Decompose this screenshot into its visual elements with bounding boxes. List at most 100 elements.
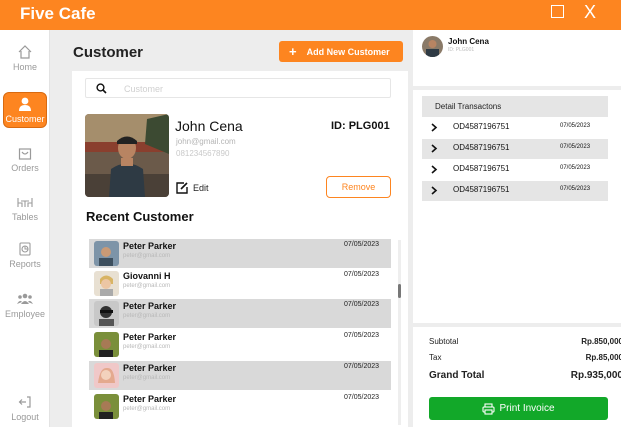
sidebar-item-employee[interactable]: Employee: [0, 291, 50, 319]
maximize-icon[interactable]: [551, 5, 564, 18]
search-icon: [96, 83, 107, 94]
customer-email: peter@gmail.com: [123, 313, 171, 319]
customer-email: peter@gmail.com: [123, 283, 171, 289]
customer-name: Peter Parker: [123, 332, 177, 342]
print-invoice-label: Print Invoice: [499, 403, 555, 414]
avatar: [94, 394, 119, 419]
customer-name: John Cena: [175, 118, 243, 134]
transaction-row[interactable]: OD4587196751 07/05/2023: [422, 139, 608, 159]
edit-label: Edit: [193, 183, 209, 193]
search-box[interactable]: [85, 78, 391, 98]
sidebar-item-label: Orders: [11, 163, 39, 173]
add-customer-label: Add New Customer: [306, 46, 390, 57]
customer-name: Peter Parker: [123, 394, 177, 404]
transaction-row[interactable]: OD4587196751 07/05/2023: [422, 118, 608, 138]
customer-date: 07/05/2023: [344, 363, 380, 370]
transaction-date: 07/05/2023: [560, 144, 591, 150]
bag-icon: [18, 148, 32, 160]
profile-photo: [85, 114, 169, 197]
subtotal-label: Subtotal: [429, 337, 459, 346]
edit-button[interactable]: Edit: [176, 182, 209, 194]
tax-row: Tax Rp.85,000: [429, 353, 621, 362]
sidebar-item-label: Customer: [5, 114, 45, 124]
customer-date: 07/05/2023: [344, 271, 380, 278]
sidebar-item-label: Tables: [11, 212, 38, 222]
customer-id: ID: PLG001: [331, 120, 390, 132]
customer-page: Customer + Add New Customer John Cena jo…: [60, 30, 408, 427]
customer-email: john@gmail.com: [176, 137, 236, 146]
transactions-header: Detail Transactons: [422, 96, 608, 117]
list-item[interactable]: Peter Parker peter@gmail.com 07/05/2023: [89, 330, 391, 359]
sidebar-item-label: Employee: [4, 309, 46, 319]
scrollbar-thumb[interactable]: [398, 284, 401, 298]
customer-name: Giovanni H: [123, 271, 171, 281]
sidebar-item-reports[interactable]: Reports: [0, 241, 50, 269]
avatar: [94, 271, 119, 296]
logout-icon: [18, 396, 31, 408]
transaction-id: OD4587196751: [453, 185, 510, 194]
avatar: [94, 363, 119, 388]
close-icon[interactable]: X: [584, 2, 596, 23]
customer-name: Peter Parker: [123, 363, 177, 373]
remove-button[interactable]: Remove: [326, 176, 391, 198]
transaction-id: OD4587196751: [453, 164, 510, 173]
customer-card: John Cena john@gmail.com 081234567890 ID…: [72, 71, 408, 427]
sidebar-item-logout[interactable]: Logout: [0, 394, 50, 422]
tax-label: Tax: [429, 353, 442, 362]
chevron-right-icon: [431, 186, 438, 195]
customer-name: Peter Parker: [123, 241, 177, 251]
user-id: ID: PLG001: [448, 47, 475, 53]
search-input[interactable]: [124, 82, 374, 95]
page-title: Customer: [73, 44, 144, 61]
sidebar-item-customer[interactable]: Customer: [3, 92, 47, 128]
customer-date: 07/05/2023: [344, 332, 380, 339]
add-customer-button[interactable]: + Add New Customer: [279, 41, 403, 62]
transaction-id: OD4587196751: [453, 122, 510, 131]
user-icon: [19, 97, 31, 111]
sidebar: Home Customer Orders Tables Reports Empl…: [0, 30, 50, 427]
report-icon: [19, 242, 31, 256]
table-icon: [17, 198, 33, 207]
avatar: [94, 332, 119, 357]
list-item[interactable]: Peter Parker peter@gmail.com 07/05/2023: [89, 361, 391, 390]
avatar: [94, 241, 119, 266]
list-item[interactable]: Giovanni H peter@gmail.com 07/05/2023: [89, 269, 391, 298]
sidebar-item-tables[interactable]: Tables: [0, 194, 50, 222]
sidebar-item-home[interactable]: Home: [0, 44, 50, 72]
list-item[interactable]: Peter Parker peter@gmail.com 07/05/2023: [89, 392, 391, 421]
list-item[interactable]: Peter Parker peter@gmail.com 07/05/2023: [89, 239, 391, 268]
transaction-row[interactable]: OD4587196751 07/05/2023: [422, 181, 608, 201]
transaction-row[interactable]: OD4587196751 07/05/2023: [422, 160, 608, 180]
subtotal-value: Rp.850,000: [581, 337, 621, 346]
transaction-date: 07/05/2023: [560, 123, 591, 129]
list-scrollbar[interactable]: [398, 240, 401, 425]
avatar: [94, 301, 119, 326]
title-bar: Five Cafe X: [0, 0, 621, 30]
sidebar-item-label: Logout: [11, 412, 39, 422]
customer-email: peter@gmail.com: [123, 253, 171, 259]
customer-date: 07/05/2023: [344, 394, 380, 401]
app-title: Five Cafe: [20, 4, 96, 23]
customer-date: 07/05/2023: [344, 241, 380, 248]
printer-icon: [482, 402, 496, 415]
customer-name: Peter Parker: [123, 301, 177, 311]
chevron-right-icon: [431, 144, 438, 153]
customer-email: peter@gmail.com: [123, 344, 171, 350]
transaction-date: 07/05/2023: [560, 186, 591, 192]
transaction-date: 07/05/2023: [560, 165, 591, 171]
chevron-right-icon: [431, 165, 438, 174]
plus-icon: +: [289, 44, 297, 59]
home-icon: [18, 45, 32, 59]
print-invoice-button[interactable]: Print Invoice: [429, 397, 608, 420]
user-name: John Cena: [448, 37, 489, 46]
customer-phone: 081234567890: [176, 149, 230, 158]
total-label: Grand Total: [429, 370, 485, 381]
sidebar-item-label: Reports: [9, 259, 41, 269]
tax-value: Rp.85,000: [585, 353, 621, 362]
sidebar-item-orders[interactable]: Orders: [0, 145, 50, 173]
customer-email: peter@gmail.com: [123, 375, 171, 381]
list-item[interactable]: Peter Parker peter@gmail.com 07/05/2023: [89, 299, 391, 328]
chevron-right-icon: [431, 123, 438, 132]
avatar: [422, 36, 443, 57]
sidebar-item-label: Home: [12, 62, 37, 72]
